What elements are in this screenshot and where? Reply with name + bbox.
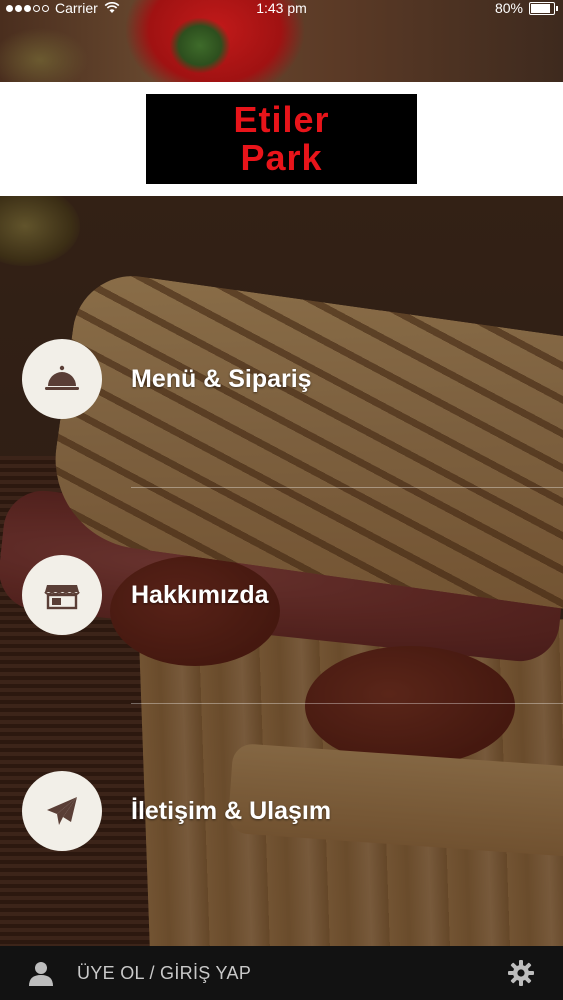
logo-line-1: Etiler	[233, 99, 330, 140]
gear-icon[interactable]	[507, 959, 535, 987]
brand-logo: Etiler Park	[146, 94, 417, 184]
garnish-image	[170, 18, 230, 73]
battery-icon	[529, 1, 558, 15]
bottom-bar: ÜYE OL / GİRİŞ YAP	[0, 946, 563, 1000]
menu-item-label: Menü & Sipariş	[131, 364, 312, 393]
login-register-link[interactable]: ÜYE OL / GİRİŞ YAP	[77, 946, 251, 1000]
storefront-icon	[22, 555, 102, 635]
cloche-icon	[22, 339, 102, 419]
main-menu: Menü & Sipariş Hakkımızda İletişim & Ula…	[0, 196, 563, 946]
menu-item-label: İletişim & Ulaşım	[131, 796, 332, 825]
battery-percent: 80%	[494, 0, 523, 16]
menu-item-order[interactable]: Menü & Sipariş	[0, 271, 563, 487]
menu-item-about[interactable]: Hakkımızda	[0, 487, 563, 703]
menu-item-contact[interactable]: İletişim & Ulaşım	[0, 703, 563, 919]
menu-item-label: Hakkımızda	[131, 580, 269, 609]
user-icon[interactable]	[28, 960, 54, 986]
status-time: 1:43 pm	[256, 0, 307, 16]
logo-line-2: Park	[240, 137, 323, 178]
status-bar: Carrier 1:43 pm 80%	[0, 0, 563, 16]
paper-plane-icon	[22, 771, 102, 851]
header: Etiler Park	[0, 82, 563, 196]
